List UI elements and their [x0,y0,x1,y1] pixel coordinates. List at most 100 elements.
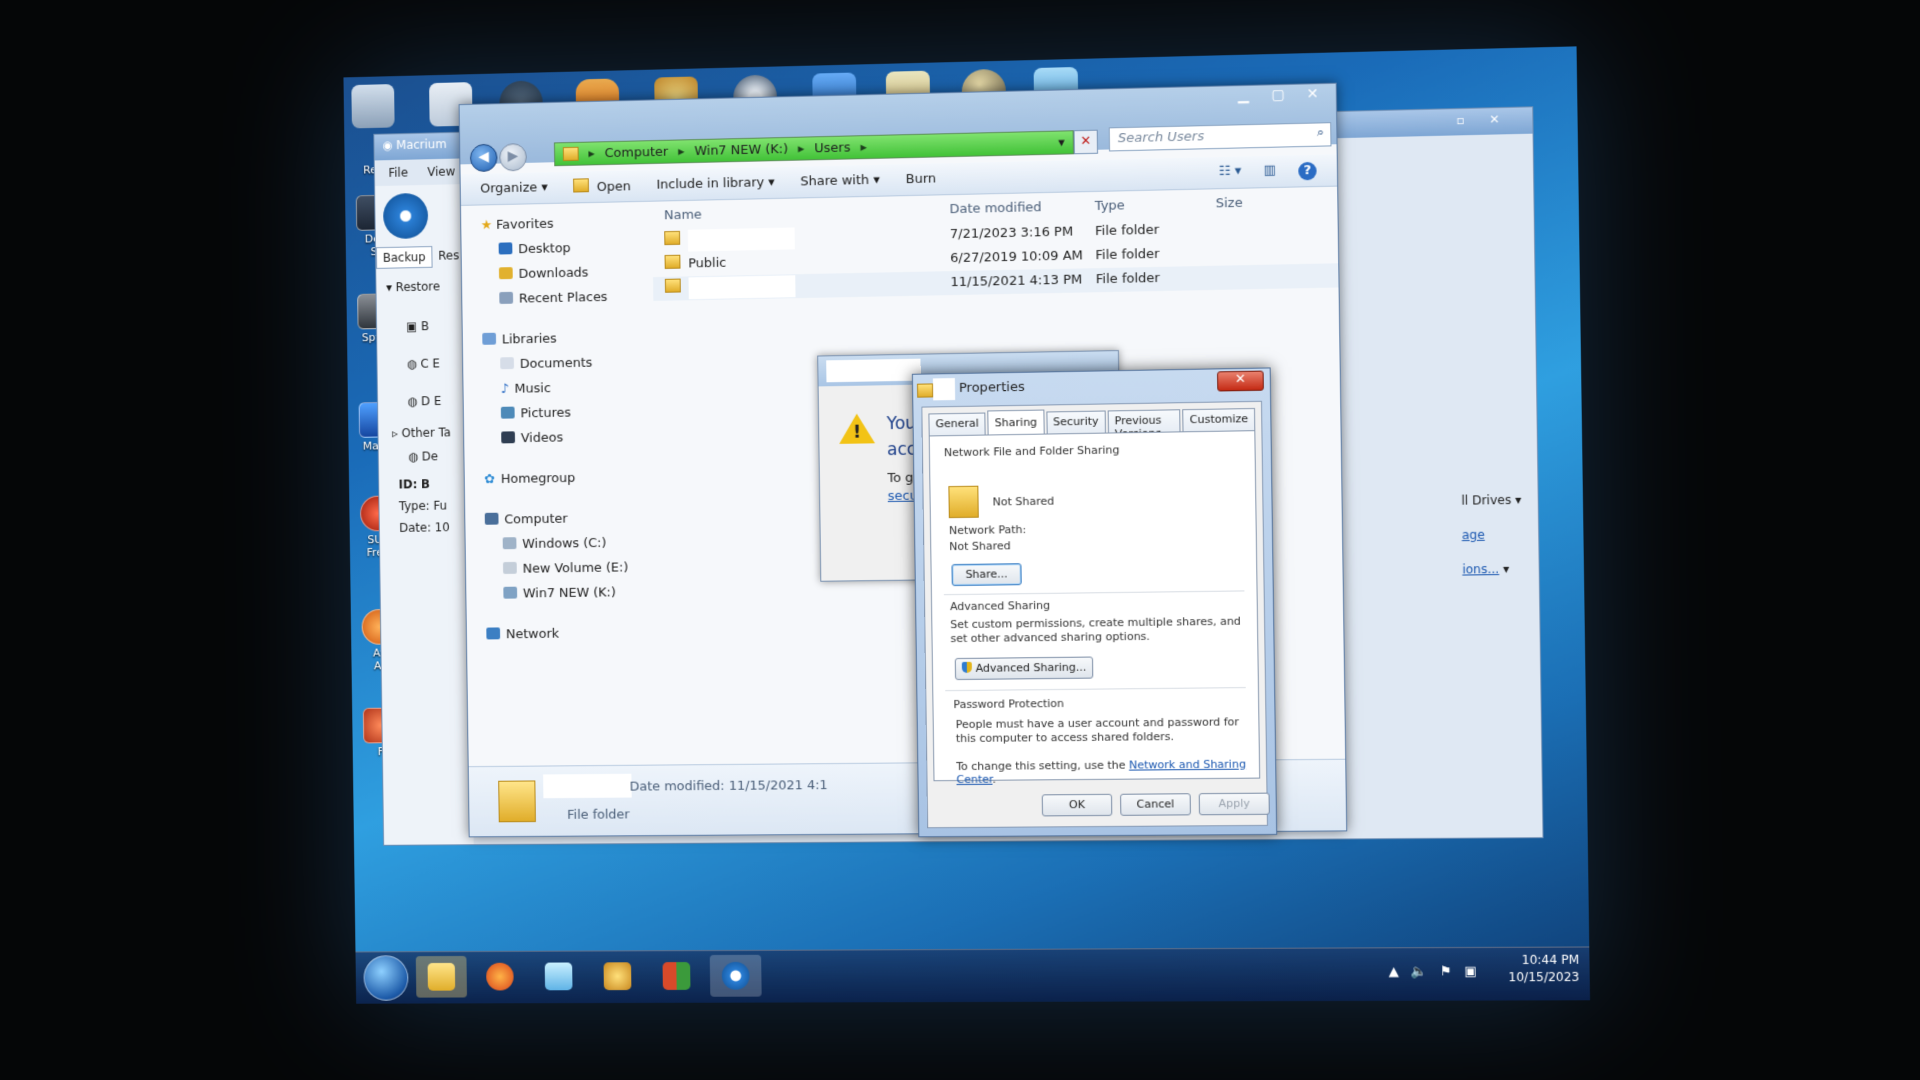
chevron-down-icon[interactable]: ▾ [1058,135,1065,150]
recycle-bin-icon[interactable] [351,84,395,129]
taskbar-app[interactable] [651,955,703,997]
menu-view[interactable]: View [427,165,455,179]
menu-file[interactable]: File [388,166,408,180]
network-sharing-heading: Network File and Folder Sharing [943,443,1120,460]
nav-homegroup[interactable]: ✿ Homegroup [484,467,651,491]
organize-label: Organize [480,180,538,197]
apply-button[interactable]: Apply [1198,792,1270,816]
drives-select-label: ll Drives [1461,492,1512,508]
monitor-screen: Rec Del S Spyb Malw SUP Free Av Ar F [343,46,1591,1004]
advanced-sharing-button[interactable]: Advanced Sharing... [954,656,1094,681]
star-icon: ★ [480,217,497,234]
column-size[interactable]: Size [1216,190,1297,218]
view-options-icon[interactable]: ☷ ▾ [1219,163,1242,182]
restore-item-2[interactable]: ◍ C E [406,344,467,383]
show-hidden-icons[interactable]: ▲ [1389,964,1399,979]
breadcrumb-drive[interactable]: Win7 NEW (K:) [694,141,788,158]
nav-recent-places[interactable]: Recent Places [499,286,648,311]
nav-drive-k[interactable]: Win7 NEW (K:) [503,582,652,606]
folder-icon [427,962,456,991]
clear-address-button[interactable]: ✕ [1073,129,1099,155]
include-label: Include in library [656,175,765,193]
column-date-modified[interactable]: Date modified [949,194,1095,223]
share-with-button[interactable]: Share with ▾ [800,173,880,190]
pictures-icon [500,406,515,419]
nav-desktop[interactable]: Desktop [498,237,648,262]
ok-button[interactable]: OK [1041,793,1113,817]
definition-item[interactable]: ◍ De [408,449,469,463]
drive-icon [502,537,517,550]
taskbar-app[interactable] [533,956,585,998]
column-type[interactable]: Type [1095,191,1216,220]
start-button[interactable] [363,955,409,1001]
preview-pane-icon[interactable]: ▥ [1263,162,1276,180]
properties-titlebar[interactable]: Properties ✕ [913,368,1270,404]
window-controls[interactable]: ▫✕ [1456,112,1524,128]
manage-link[interactable]: age [1462,527,1522,542]
backup-disc-icon[interactable] [382,192,429,240]
drives-select[interactable]: ll Drives ▾ [1461,493,1521,508]
divider [945,687,1246,692]
network-icon[interactable]: ▣ [1464,964,1477,979]
include-in-library-button[interactable]: Include in library ▾ [656,175,775,193]
computer-label: Computer [504,511,568,528]
nav-libraries[interactable]: Libraries [482,327,649,352]
volume-icon[interactable]: 🔈 [1411,964,1428,979]
taskbar-macrium[interactable] [709,954,762,997]
change-setting-text: To change this setting, use the Network … [956,758,1251,786]
tab-backup[interactable]: Backup [375,246,433,269]
row-date: 11/15/2021 4:13 PM [950,272,1083,291]
other-tasks[interactable]: ▹ Other Ta [392,425,468,440]
taskbar-firefox[interactable] [474,956,525,998]
chevron-right-icon: ▸ [677,143,685,159]
search-icon[interactable]: ⌕ [1317,125,1325,140]
id-value: B [420,477,431,492]
share-button[interactable]: Share... [951,563,1022,587]
network-label: Network [505,626,560,643]
macrium-icon [721,961,750,990]
clock[interactable]: 10:44 PM 10/15/2023 [1508,952,1580,987]
nav-drive-c[interactable]: Windows (C:) [502,532,652,556]
nav-downloads[interactable]: Downloads [498,261,648,286]
restore-item-3[interactable]: ◍ D E [407,382,468,421]
taskbar-explorer[interactable] [415,955,468,998]
organize-button[interactable]: Organize ▾ [480,180,548,196]
nav-favorites[interactable]: ★ Favorites [481,212,648,237]
forward-button[interactable]: ▶ [499,143,527,172]
folder-icon [572,178,589,193]
help-icon[interactable]: ? [1298,161,1317,180]
restore-item-1[interactable]: ▣ B [406,307,467,346]
restore-section[interactable]: ▾ Restore [386,279,466,294]
redacted-name [688,274,796,299]
nav-network[interactable]: Network [486,623,653,647]
explorer-window[interactable]: ▁ ▢ ✕ ◀ ▶ ▸ Computer ▸ Win7 NEW (K:) ▸ U… [458,82,1348,838]
minimize-button[interactable]: ▁ [1226,86,1261,109]
options-link[interactable]: ions... ▾ [1462,562,1522,577]
maximize-button[interactable]: ▢ [1261,85,1296,108]
close-button[interactable]: ✕ [1295,84,1330,107]
restore-items: ▣ B ◍ C E ◍ D E [406,307,468,421]
properties-dialog[interactable]: Properties ✕ General Sharing Security Pr… [911,367,1278,838]
folder-icon [498,780,536,823]
close-button[interactable]: ✕ [1217,370,1264,392]
nav-pictures[interactable]: Pictures [500,401,650,425]
nav-label: Win7 NEW (K:) [522,585,616,602]
nav-documents[interactable]: Documents [500,352,649,377]
nav-drive-e[interactable]: New Volume (E:) [502,557,652,581]
flag-icon[interactable]: ⚑ [1440,964,1452,979]
burn-button[interactable]: Burn [906,171,937,187]
search-input[interactable]: Search Users ⌕ [1108,122,1332,152]
row-date: 6/27/2019 10:09 AM [950,248,1083,267]
nav-computer[interactable]: Computer [484,507,652,531]
macrium-logo-icon: ◉ [382,138,397,153]
libraries-icon [482,332,497,345]
back-button[interactable]: ◀ [469,143,498,173]
explorer-window-controls: ▁ ▢ ✕ [1226,84,1330,109]
breadcrumb-computer[interactable]: Computer [605,144,669,160]
open-button[interactable]: Open [572,177,631,195]
nav-videos[interactable]: Videos [501,426,650,450]
breadcrumb-users[interactable]: Users [814,140,850,156]
cancel-button[interactable]: Cancel [1120,793,1191,816]
nav-music[interactable]: ♪ Music [500,376,649,400]
taskbar-paint[interactable] [592,955,644,997]
